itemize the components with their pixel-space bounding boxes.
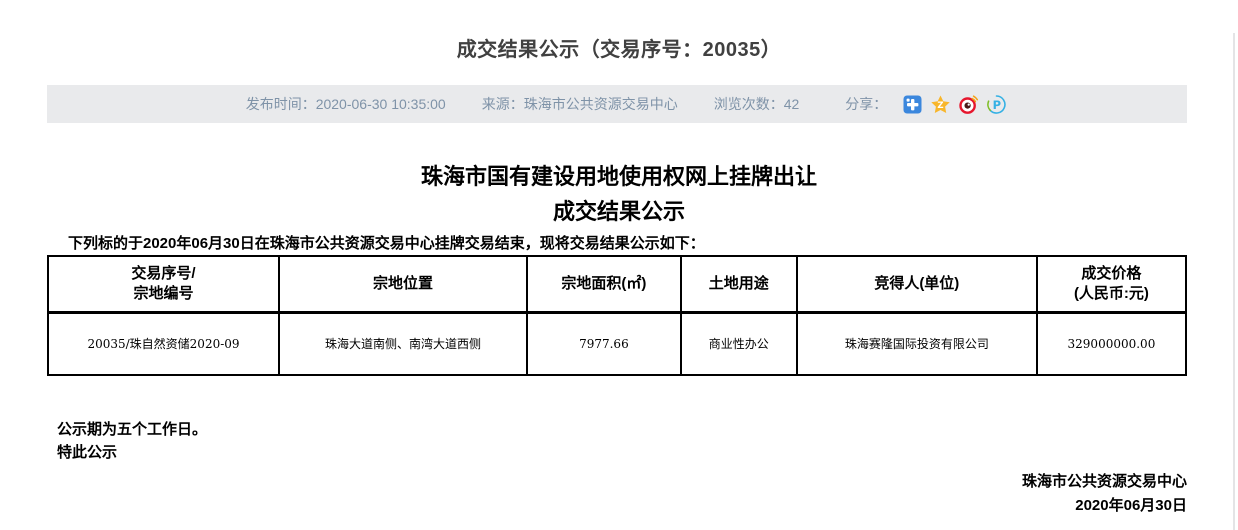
- announcement-page: 成交结果公示（交易序号：20035） 发布时间：2020-06-30 10:35…: [0, 33, 1238, 530]
- page-title: 成交结果公示（交易序号：20035）: [0, 33, 1238, 62]
- col-header-line: 竞得人(单位): [798, 274, 1036, 294]
- col-header-line: 交易序号/: [49, 264, 278, 284]
- source: 来源：珠海市公共资源交易中心: [482, 94, 678, 114]
- col-header-line: 宗地位置: [280, 274, 526, 294]
- result-table: 交易序号/ 宗地编号 宗地位置 宗地面积(㎡) 土地用途 竞得人(单位) 成交价…: [47, 255, 1187, 376]
- table-row: 20035/珠自然资储2020-09 珠海大道南侧、南湾大道西侧 7977.66…: [48, 312, 1186, 375]
- cell-transaction-no: 20035/珠自然资储2020-09: [48, 312, 279, 375]
- view-count: 浏览次数：42: [714, 94, 800, 114]
- col-header-line: 宗地面积(㎡): [528, 274, 680, 294]
- cell-price: 329000000.00: [1037, 312, 1186, 375]
- col-header-line: 土地用途: [682, 274, 796, 294]
- share-more-icon[interactable]: [903, 95, 922, 114]
- col-header-line: 成交价格: [1038, 264, 1185, 284]
- col-header-area: 宗地面积(㎡): [527, 256, 681, 312]
- col-header-line: 宗地编号: [49, 284, 278, 304]
- signature-date: 2020年06月30日: [0, 494, 1187, 518]
- col-header-transaction-no: 交易序号/ 宗地编号: [48, 256, 279, 312]
- page-right-edge-divider: [1233, 33, 1235, 530]
- qzone-icon[interactable]: Z: [931, 95, 950, 114]
- cell-location: 珠海大道南侧、南湾大道西侧: [279, 312, 527, 375]
- signature-org: 珠海市公共资源交易中心: [0, 470, 1187, 494]
- col-header-winner: 竞得人(单位): [797, 256, 1037, 312]
- share-label: 分享：: [845, 94, 887, 114]
- closing-line2: 特此公示: [57, 441, 1238, 464]
- publish-time: 发布时间：2020-06-30 10:35:00: [246, 94, 446, 114]
- cell-area: 7977.66: [527, 312, 681, 375]
- share-group: 分享： Z: [845, 94, 1006, 114]
- table-header-row: 交易序号/ 宗地编号 宗地位置 宗地面积(㎡) 土地用途 竞得人(单位) 成交价…: [48, 256, 1186, 312]
- signature-block: 珠海市公共资源交易中心 2020年06月30日: [0, 470, 1187, 518]
- meta-bar: 发布时间：2020-06-30 10:35:00 来源：珠海市公共资源交易中心 …: [47, 85, 1187, 123]
- cell-winner: 珠海赛隆国际投资有限公司: [797, 312, 1037, 375]
- closing-line1: 公示期为五个工作日。: [57, 418, 1238, 441]
- document-intro: 下列标的于2020年06月30日在珠海市公共资源交易中心挂牌交易结束，现将交易结…: [47, 233, 1191, 255]
- document-heading-line2: 成交结果公示: [0, 194, 1238, 229]
- share-icons: Z P: [903, 95, 1006, 114]
- col-header-line: (人民币:元): [1038, 284, 1185, 304]
- col-header-location: 宗地位置: [279, 256, 527, 312]
- svg-text:Z: Z: [938, 101, 944, 111]
- document-heading: 珠海市国有建设用地使用权网上挂牌出让 成交结果公示: [0, 159, 1238, 229]
- cell-land-use: 商业性办公: [681, 312, 797, 375]
- pengyou-icon[interactable]: P: [987, 95, 1006, 114]
- svg-text:P: P: [993, 98, 1001, 112]
- closing-block: 公示期为五个工作日。 特此公示: [57, 418, 1238, 464]
- document-heading-line1: 珠海市国有建设用地使用权网上挂牌出让: [0, 159, 1238, 194]
- col-header-land-use: 土地用途: [681, 256, 797, 312]
- weibo-icon[interactable]: [959, 95, 978, 114]
- col-header-price: 成交价格 (人民币:元): [1037, 256, 1186, 312]
